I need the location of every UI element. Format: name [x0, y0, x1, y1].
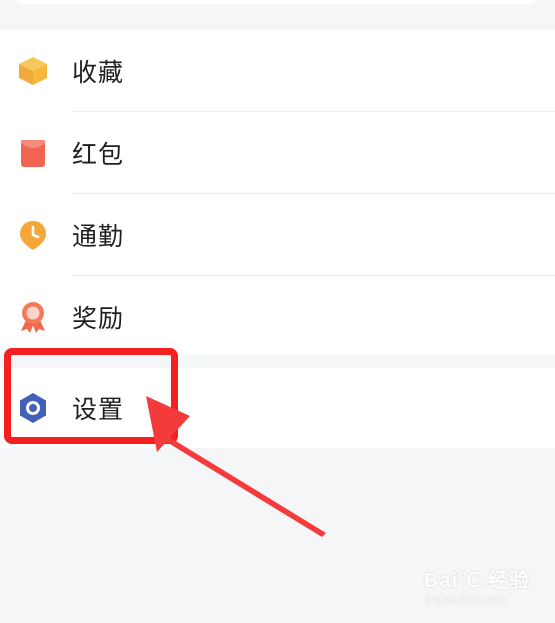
top-card-remnant	[16, 0, 536, 4]
watermark: Bai℃ 经验 jingyan.baidu.com	[424, 564, 534, 614]
red-envelope-icon	[21, 140, 45, 167]
menu-item-red-envelope[interactable]: 红包	[0, 112, 555, 194]
clock-pin-icon	[20, 221, 46, 250]
watermark-url: jingyan.baidu.com	[426, 595, 507, 606]
annotation-highlight-box	[4, 348, 178, 444]
menu-item-label: 红包	[72, 140, 125, 169]
menu-item-label: 通勤	[72, 222, 125, 251]
app-screen: 收藏 红包 通勤 奖励 设置 Bai℃ 经验 jingyan.baidu.com	[0, 0, 555, 623]
menu-item-favorites[interactable]: 收藏	[0, 30, 555, 112]
medal-icon	[21, 302, 45, 333]
menu-group-main: 收藏 红包 通勤 奖励	[0, 30, 555, 355]
watermark-brand: Bai℃ 经验	[424, 570, 531, 592]
box-icon	[19, 57, 47, 85]
menu-item-label: 收藏	[72, 58, 125, 87]
menu-item-label: 奖励	[72, 304, 125, 333]
menu-item-rewards[interactable]: 奖励	[0, 276, 555, 358]
menu-item-commute[interactable]: 通勤	[0, 194, 555, 276]
